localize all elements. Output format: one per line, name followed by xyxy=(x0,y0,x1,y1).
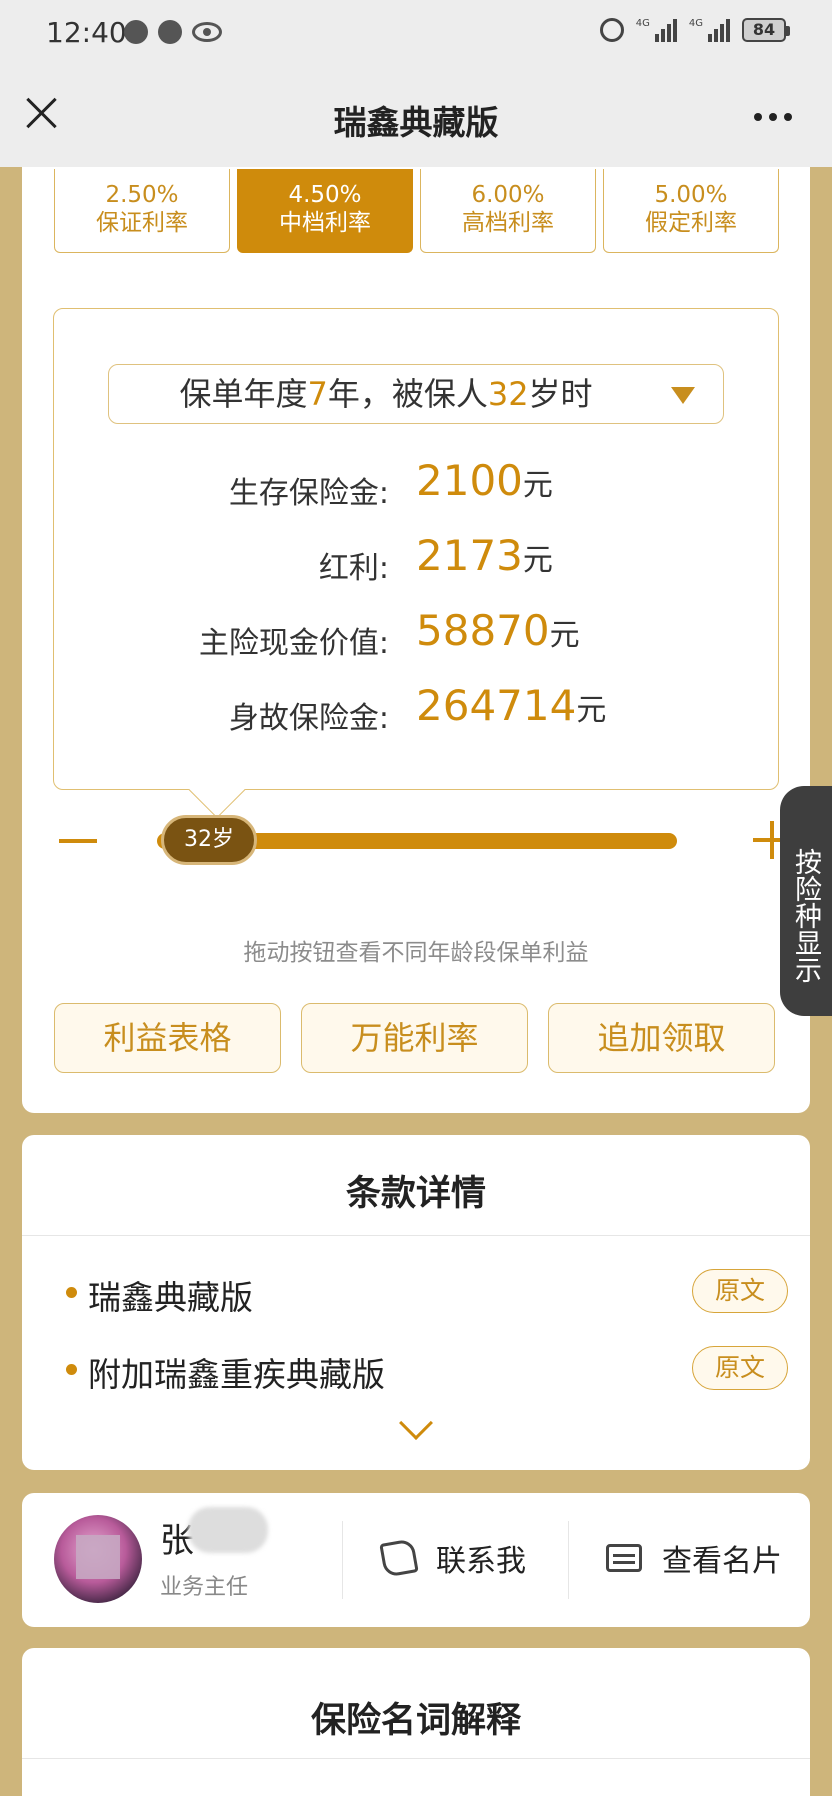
signal-icon: 4G xyxy=(689,18,730,42)
benefit-card: 2.50% 保证利率 4.50% 中档利率 6.00% 高档利率 5.00% 假… xyxy=(22,167,810,1113)
benefit-row-death: 身故保险金: 264714元 xyxy=(228,681,607,736)
status-right: 4G 4G 84 xyxy=(599,18,790,42)
rate-tab-medium[interactable]: 4.50% 中档利率 xyxy=(237,169,413,253)
notification-icons xyxy=(124,20,222,44)
rate-tabs: 2.50% 保证利率 4.50% 中档利率 6.00% 高档利率 5.00% 假… xyxy=(54,169,779,253)
list-item: 瑞鑫典藏版 原文 xyxy=(66,1265,788,1317)
divider xyxy=(342,1521,343,1599)
glossary-card: 保险名词解释 xyxy=(22,1648,810,1796)
age-slider: 32岁 xyxy=(53,807,793,887)
phone-icon xyxy=(379,1538,419,1578)
alarm-icon xyxy=(599,18,624,42)
agent-card: 张 业务主任 联系我 查看名片 xyxy=(22,1493,810,1627)
terms-card: 条款详情 瑞鑫典藏版 原文 附加瑞鑫重疾典藏版 原文 xyxy=(22,1135,810,1470)
by-coverage-toggle[interactable]: 按险种显示 xyxy=(780,786,832,1016)
benefit-row-dividend: 红利: 2173元 xyxy=(318,531,553,586)
minus-icon[interactable] xyxy=(59,839,97,843)
bullet-icon xyxy=(66,1364,77,1375)
benefit-row-survival: 生存保险金: 2100元 xyxy=(228,456,553,511)
action-buttons: 利益表格 万能利率 追加领取 xyxy=(54,1003,775,1073)
terms-title: 条款详情 xyxy=(345,1174,486,1214)
contact-me-button[interactable]: 联系我 xyxy=(379,1533,526,1583)
original-text-button[interactable]: 原文 xyxy=(692,1346,788,1390)
additional-claim-button[interactable]: 追加领取 xyxy=(548,1003,775,1073)
business-card-icon xyxy=(606,1544,642,1572)
agent-title: 业务主任 xyxy=(160,1575,249,1600)
wechat-icon xyxy=(124,20,148,44)
view-card-button[interactable]: 查看名片 xyxy=(606,1533,782,1583)
top-bar: 12:40 4G 4G 84 瑞鑫典藏版 xyxy=(0,0,832,167)
rate-tab-assumed[interactable]: 5.00% 假定利率 xyxy=(603,169,779,253)
divider xyxy=(568,1521,569,1599)
page-title: 瑞鑫典藏版 xyxy=(333,103,499,142)
slider-hint: 拖动按钮查看不同年龄段保单利益 xyxy=(243,940,589,966)
name-redaction xyxy=(188,1507,268,1553)
slider-knob[interactable]: 32岁 xyxy=(161,815,257,865)
glossary-title: 保险名词解释 xyxy=(310,1701,521,1741)
eye-icon xyxy=(192,22,222,42)
bullet-icon xyxy=(66,1287,77,1298)
battery-icon: 84 xyxy=(742,18,790,42)
status-time: 12:40 xyxy=(46,16,127,49)
universal-rate-button[interactable]: 万能利率 xyxy=(301,1003,528,1073)
more-icon[interactable] xyxy=(754,113,792,121)
signal-icon: 4G xyxy=(636,18,677,42)
original-text-button[interactable]: 原文 xyxy=(692,1269,788,1313)
policy-year-select[interactable]: 保单年度7年，被保人32岁时 xyxy=(108,364,724,424)
benefit-row-cash-value: 主险现金价值: 58870元 xyxy=(198,606,580,661)
benefit-table-button[interactable]: 利益表格 xyxy=(54,1003,281,1073)
divider xyxy=(22,1235,810,1236)
rate-tab-guaranteed[interactable]: 2.50% 保证利率 xyxy=(54,169,230,253)
rate-tab-high[interactable]: 6.00% 高档利率 xyxy=(420,169,596,253)
divider xyxy=(22,1758,810,1759)
dropdown-caret-icon xyxy=(671,387,695,404)
list-item: 附加瑞鑫重疾典藏版 原文 xyxy=(66,1342,788,1394)
chevron-down-icon[interactable] xyxy=(399,1406,433,1440)
avatar xyxy=(54,1515,142,1603)
browser-icon xyxy=(158,20,182,44)
benefit-box: 保单年度7年，被保人32岁时 生存保险金: 2100元 红利: 2173元 主险… xyxy=(53,308,779,819)
